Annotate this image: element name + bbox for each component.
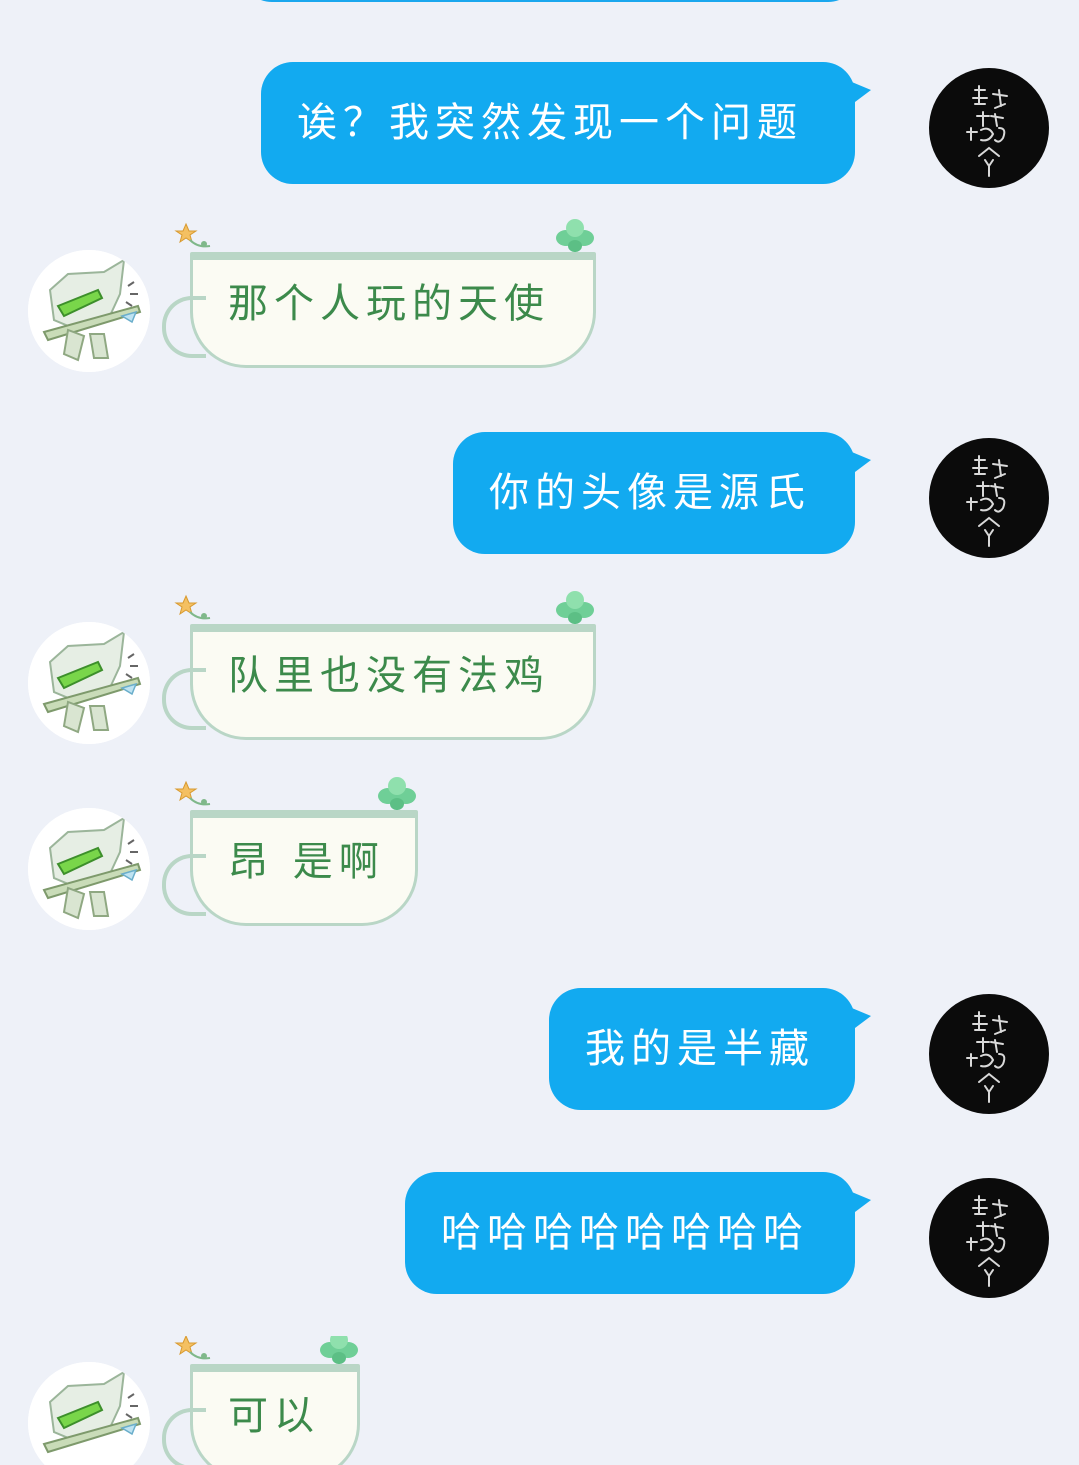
genji-chibi-avatar[interactable] xyxy=(28,622,150,744)
message-text: 那个人玩的天使 xyxy=(228,281,550,327)
message-row-self: 哈哈哈哈哈哈哈哈 xyxy=(0,1172,1049,1298)
star-flower-icon xyxy=(174,594,211,620)
message-row-other: 可以 xyxy=(28,1336,428,1465)
cup-handle xyxy=(162,854,206,916)
message-bubble-self[interactable]: 我的是半藏 xyxy=(549,988,871,1110)
chat-message-list[interactable]: 诶？我突然发现一个问题 那个人玩的天使 你的头像是源氏 队里也没有法鸡 昂 是啊… xyxy=(0,0,1079,1465)
genji-chibi-icon xyxy=(28,250,150,372)
message-row-other: 那个人玩的天使 xyxy=(28,219,628,374)
genji-chibi-avatar[interactable] xyxy=(28,250,150,372)
message-row-other: 队里也没有法鸡 xyxy=(28,591,628,746)
message-text: 昂 是啊 xyxy=(228,839,385,885)
message-text: 诶？我突然发现一个问题 xyxy=(297,100,803,146)
genji-chibi-icon xyxy=(28,622,150,744)
message-text: 我的是半藏 xyxy=(585,1026,815,1072)
message-text: 你的头像是源氏 xyxy=(489,470,811,516)
calligraphy-avatar[interactable] xyxy=(929,994,1049,1114)
calligraphy-avatar[interactable] xyxy=(929,1178,1049,1298)
calligraphy-avatar-icon xyxy=(966,1195,1008,1287)
cup-handle xyxy=(162,1408,206,1465)
message-bubble-self[interactable]: 你的头像是源氏 xyxy=(453,432,871,554)
genji-chibi-avatar[interactable] xyxy=(28,1362,150,1465)
cup-handle xyxy=(162,296,206,358)
calligraphy-avatar[interactable] xyxy=(929,438,1049,558)
message-text: 哈哈哈哈哈哈哈哈 xyxy=(441,1210,809,1256)
star-flower-icon xyxy=(174,780,211,806)
genji-chibi-icon xyxy=(28,808,150,930)
message-row-self: 诶？我突然发现一个问题 xyxy=(0,62,1049,188)
star-flower-icon xyxy=(174,222,211,248)
message-bubble-self[interactable]: 诶？我突然发现一个问题 xyxy=(261,62,871,184)
calligraphy-avatar[interactable] xyxy=(929,68,1049,188)
genji-chibi-avatar[interactable] xyxy=(28,808,150,930)
message-row-self: 我的是半藏 xyxy=(0,988,1049,1114)
calligraphy-avatar-icon xyxy=(966,1011,1008,1103)
message-row-self: 你的头像是源氏 xyxy=(0,432,1049,558)
message-text: 可以 xyxy=(228,1393,320,1439)
calligraphy-avatar-icon xyxy=(966,85,1008,177)
message-text: 队里也没有法鸡 xyxy=(228,653,550,699)
message-bubble-self[interactable]: 哈哈哈哈哈哈哈哈 xyxy=(405,1172,871,1294)
message-row-other: 昂 是啊 xyxy=(28,777,468,932)
cup-handle xyxy=(162,668,206,730)
genji-chibi-icon xyxy=(28,1362,150,1465)
message-bubble-partial[interactable] xyxy=(240,0,860,2)
calligraphy-avatar-icon xyxy=(966,455,1008,547)
